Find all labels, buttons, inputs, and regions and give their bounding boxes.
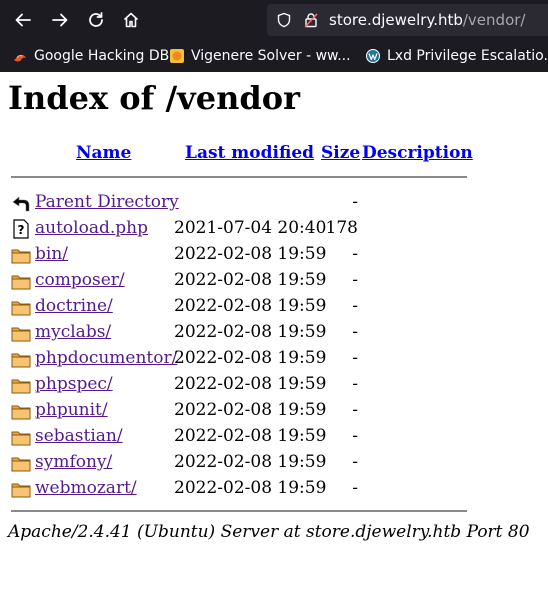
listing-row: composer/2022-02-08 19:59 - <box>10 268 470 294</box>
bookmark-vigenere-solver[interactable]: Vigenere Solver - ww... <box>169 46 351 66</box>
entry-last-modified: 2022-02-08 19:59 <box>174 244 327 264</box>
folder-icon <box>11 453 31 473</box>
entry-last-modified: 2022-02-08 19:59 <box>174 426 327 446</box>
listing-row: phpspec/2022-02-08 19:59 - <box>10 372 470 398</box>
listing-row: Parent Directory - <box>10 190 470 216</box>
folder-icon <box>11 245 31 265</box>
listing-row: bin/2022-02-08 19:59 - <box>10 242 470 268</box>
entry-link[interactable]: bin/ <box>35 244 68 264</box>
entry-link[interactable]: webmozart/ <box>35 478 137 498</box>
listing-row: phpunit/2022-02-08 19:59 - <box>10 398 470 424</box>
bookmark-lxd-privilege-escalation[interactable]: Lxd Privilege Escalatio... <box>365 46 548 66</box>
browser-chrome: store.djewelry.htb/vendor/ Google Hackin… <box>0 0 548 72</box>
coin-icon <box>169 48 185 64</box>
back-arrow-icon <box>15 13 31 27</box>
bookmark-google-hacking-db[interactable]: Google Hacking DB <box>12 46 169 66</box>
url-bar[interactable]: store.djewelry.htb/vendor/ <box>267 4 548 36</box>
entry-size: - <box>352 426 358 446</box>
entry-last-modified: 2021-07-04 20:40 <box>174 218 327 238</box>
wordpress-icon <box>365 48 381 64</box>
forward-button[interactable] <box>48 8 72 32</box>
entry-link[interactable]: symfony/ <box>35 452 112 472</box>
server-signature: Apache/2.4.41 (Ubuntu) Server at store.d… <box>8 522 530 542</box>
entry-size: - <box>352 478 358 498</box>
listing-row: myclabs/2022-02-08 19:59 - <box>10 320 470 346</box>
header-divider <box>11 176 467 178</box>
reload-button[interactable] <box>84 8 108 32</box>
entry-last-modified: 2022-02-08 19:59 <box>174 296 327 316</box>
entry-link[interactable]: sebastian/ <box>35 426 123 446</box>
entry-size: - <box>352 400 358 420</box>
folder-icon <box>11 375 31 395</box>
entry-link[interactable]: composer/ <box>35 270 125 290</box>
bookmark-label: Lxd Privilege Escalatio... <box>387 48 548 64</box>
listing-row: ? autoload.php 2021-07-04 20:40 178 <box>10 216 470 242</box>
entry-last-modified: 2022-02-08 19:59 <box>174 348 327 368</box>
footer-divider <box>11 510 467 512</box>
entry-size: - <box>352 452 358 472</box>
entry-last-modified: 2022-02-08 19:59 <box>174 400 327 420</box>
insecure-lock-icon[interactable] <box>303 12 319 28</box>
unknown-file-icon: ? <box>11 219 31 239</box>
entry-link[interactable]: phpdocumentor/ <box>35 348 177 368</box>
entry-link[interactable]: phpspec/ <box>35 374 113 394</box>
bookmark-label: Vigenere Solver - ww... <box>191 48 351 64</box>
entry-link[interactable]: myclabs/ <box>35 322 111 342</box>
entry-link[interactable]: doctrine/ <box>35 296 113 316</box>
entry-link[interactable]: phpunit/ <box>35 400 108 420</box>
url-text[interactable]: store.djewelry.htb/vendor/ <box>329 11 525 29</box>
column-header-last-modified[interactable]: Last modified <box>185 143 314 163</box>
shield-icon[interactable] <box>276 12 292 28</box>
bookmarks-toolbar: Google Hacking DB Vigenere Solver - ww..… <box>0 40 548 72</box>
entry-last-modified: 2022-02-08 19:59 <box>174 374 327 394</box>
bookmark-label: Google Hacking DB <box>34 48 170 64</box>
page-title: Index of /vendor <box>8 79 300 117</box>
folder-icon <box>11 479 31 499</box>
listing-row: phpdocumentor/2022-02-08 19:59 - <box>10 346 470 372</box>
home-icon <box>123 12 139 28</box>
folder-icon <box>11 401 31 421</box>
entry-size: - <box>352 296 358 316</box>
back-arrow-icon <box>11 193 31 213</box>
entry-size: - <box>352 348 358 368</box>
entry-size: - <box>352 374 358 394</box>
reload-icon <box>89 12 103 27</box>
listing-row: symfony/2022-02-08 19:59 - <box>10 450 470 476</box>
entry-last-modified: 2022-02-08 19:59 <box>174 270 327 290</box>
folder-icon <box>11 427 31 447</box>
entry-size: - <box>352 192 358 212</box>
entry-size: - <box>352 270 358 290</box>
folder-icon <box>11 271 31 291</box>
navigation-toolbar: store.djewelry.htb/vendor/ <box>0 0 548 40</box>
url-path: /vendor/ <box>462 11 526 29</box>
entry-link[interactable]: Parent Directory <box>35 192 179 212</box>
column-header-description[interactable]: Description <box>362 143 473 163</box>
entry-size: - <box>352 322 358 342</box>
folder-icon <box>11 349 31 369</box>
folder-icon <box>11 323 31 343</box>
home-button[interactable] <box>119 8 143 32</box>
url-host: store.djewelry.htb <box>329 11 463 29</box>
svg-text:?: ? <box>18 223 25 237</box>
forward-arrow-icon <box>52 13 68 27</box>
entry-last-modified: 2022-02-08 19:59 <box>174 452 327 472</box>
listing-row: doctrine/2022-02-08 19:59 - <box>10 294 470 320</box>
flame-icon <box>12 48 28 64</box>
listing-row: sebastian/2022-02-08 19:59 - <box>10 424 470 450</box>
column-header-size[interactable]: Size <box>321 143 360 163</box>
back-button[interactable] <box>11 8 35 32</box>
entry-link[interactable]: autoload.php <box>35 218 148 238</box>
folder-icon <box>11 297 31 317</box>
entry-last-modified: 2022-02-08 19:59 <box>174 322 327 342</box>
listing-row: webmozart/2022-02-08 19:59 - <box>10 476 470 502</box>
column-header-name[interactable]: Name <box>76 143 131 163</box>
entry-size: 178 <box>325 218 358 238</box>
entry-size: - <box>352 244 358 264</box>
entry-last-modified: 2022-02-08 19:59 <box>174 478 327 498</box>
